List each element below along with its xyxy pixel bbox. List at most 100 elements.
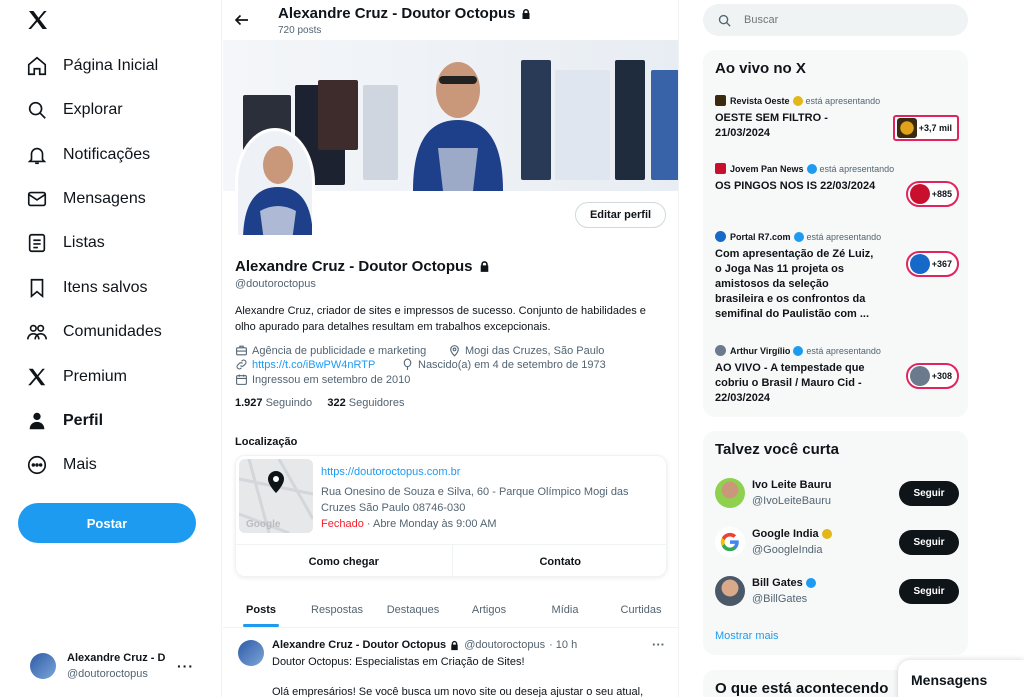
profile-category: Agência de publicidade e marketing	[235, 344, 426, 357]
show-more-link[interactable]: Mostrar mais	[715, 630, 779, 642]
post-author[interactable]: Alexandre Cruz - Doutor Octopus	[272, 639, 446, 651]
live-host-name: Portal R7.com	[730, 231, 791, 242]
live-listener-badge[interactable]: +885	[905, 181, 959, 207]
live-host: Arthur Virgílio está apresentando	[715, 345, 959, 356]
profile-link[interactable]: https://t.co/iBwPW4nRTP	[235, 358, 375, 371]
nav-messages[interactable]: Mensagens	[26, 184, 146, 214]
live-presenting-label: está apresentando	[806, 345, 881, 356]
profile-tabs: Posts Respostas Destaques Artigos Mídia …	[223, 592, 678, 628]
profile-joined: Ingressou em setembro de 2010	[235, 373, 410, 386]
trends-panel-title: O que está acontecendo	[715, 680, 889, 697]
nav-bookmarks[interactable]: Itens salvos	[26, 273, 147, 303]
follow-button[interactable]: Seguir	[899, 578, 959, 604]
suggestion-name[interactable]: Ivo Leite Bauru	[752, 477, 899, 493]
nav-explore[interactable]: Explorar	[26, 95, 123, 125]
suggestion-avatar[interactable]	[715, 527, 745, 557]
suggestion-item[interactable]: Bill Gates @BillGates Seguir	[715, 573, 959, 609]
tab-media[interactable]: Mídia	[527, 592, 603, 627]
live-listener-count: +308	[931, 371, 952, 381]
lock-icon	[449, 640, 460, 651]
mail-icon	[26, 188, 48, 210]
who-to-follow-panel: Talvez você curta Ivo Leite Bauru @IvoLe…	[703, 431, 968, 655]
live-title: AO VIVO - A tempestade que cobriu o Bras…	[715, 362, 865, 404]
live-host-name: Arthur Virgílio	[730, 345, 791, 356]
nav-notifications[interactable]: Notificações	[26, 140, 150, 170]
followers-link[interactable]: 322 Seguidores	[327, 397, 404, 409]
nav-premium-label: Premium	[63, 368, 128, 385]
lock-icon	[520, 8, 532, 20]
communities-icon	[26, 321, 48, 343]
post-item[interactable]: Alexandre Cruz - Doutor Octopus @doutoro…	[223, 630, 678, 697]
contact-button[interactable]: Contato	[453, 545, 667, 576]
followers-count: 322	[327, 397, 346, 409]
live-item[interactable]: Arthur Virgílio está apresentando AO VIV…	[715, 345, 959, 405]
suggestion-avatar[interactable]	[715, 576, 745, 606]
suggestion-item[interactable]: Google India @GoogleIndia Seguir	[715, 524, 959, 560]
follow-button[interactable]: Seguir	[899, 529, 959, 555]
profile-joined-text: Ingressou em setembro de 2010	[252, 373, 411, 386]
profile-link-text[interactable]: https://t.co/iBwPW4nRTP	[252, 359, 375, 371]
live-listener-badge[interactable]: +308	[905, 363, 959, 389]
nav-home-label: Página Inicial	[63, 57, 159, 74]
profile-name-text: Alexandre Cruz - Doutor Octopus	[235, 258, 473, 275]
following-count: 1.927	[235, 397, 263, 409]
post-button[interactable]: Postar	[18, 503, 196, 543]
account-more-icon[interactable]: ···	[177, 658, 194, 674]
live-item[interactable]: Portal R7.com está apresentando Com apre…	[715, 231, 959, 331]
nav-more-label: Mais	[63, 456, 97, 473]
profile-handle: @doutoroctopus	[235, 278, 316, 290]
tab-likes[interactable]: Curtidas	[603, 592, 678, 627]
live-listener-badge[interactable]: +367	[905, 251, 959, 277]
search-box[interactable]	[703, 4, 968, 36]
verified-badge-icon	[805, 578, 816, 588]
profile-name: Alexandre Cruz - Doutor Octopus	[235, 258, 491, 275]
search-input[interactable]	[744, 14, 944, 26]
nav-lists-label: Listas	[63, 234, 105, 251]
tab-articles[interactable]: Artigos	[451, 592, 527, 627]
who-to-follow-title: Talvez você curta	[715, 441, 839, 458]
following-link[interactable]: 1.927 Seguindo	[235, 397, 312, 409]
list-icon	[26, 232, 48, 254]
suggestion-avatar[interactable]	[715, 478, 745, 508]
x-logo-icon[interactable]	[26, 8, 52, 34]
calendar-icon	[235, 373, 248, 386]
tab-replies[interactable]: Respostas	[299, 592, 375, 627]
suggestion-name-row[interactable]: Google India	[752, 526, 899, 542]
post-avatar[interactable]	[238, 640, 264, 666]
profile-birth-text: Nascido(a) em 4 de setembro de 1973	[418, 358, 606, 371]
lock-icon	[478, 260, 491, 273]
nav-more[interactable]: Mais	[26, 450, 97, 480]
header-post-count: 720 posts	[278, 25, 322, 36]
nav-communities[interactable]: Comunidades	[26, 317, 162, 347]
nav-premium[interactable]: Premium	[26, 362, 127, 392]
briefcase-icon	[235, 344, 248, 357]
live-listener-badge[interactable]: +3,7 mil	[892, 115, 959, 141]
location-closed-status: Fechado	[321, 518, 364, 530]
account-switcher[interactable]: Alexandre Cruz - D @doutoroctopus ···	[30, 648, 210, 684]
location-url[interactable]: https://doutoroctopus.com.br	[321, 466, 460, 478]
back-arrow-icon[interactable]	[233, 11, 251, 29]
live-item[interactable]: Jovem Pan News está apresentando OS PING…	[715, 163, 959, 213]
edit-profile-button[interactable]: Editar perfil	[575, 202, 666, 228]
live-presenting-label: está apresentando	[805, 95, 881, 106]
tab-highlights[interactable]: Destaques	[375, 592, 451, 627]
live-panel-title: Ao vivo no X	[715, 60, 806, 77]
live-title: OESTE SEM FILTRO - 21/03/2024	[715, 112, 828, 139]
profile-category-text: Agência de publicidade e marketing	[252, 344, 427, 357]
directions-button[interactable]: Como chegar	[236, 545, 453, 576]
suggestion-name-row[interactable]: Bill Gates	[752, 575, 899, 591]
profile-avatar[interactable]	[235, 128, 315, 238]
post-more-icon[interactable]: ···	[652, 637, 665, 652]
live-item[interactable]: Revista Oeste está apresentando OESTE SE…	[715, 95, 959, 145]
nav-home[interactable]: Página Inicial	[26, 51, 158, 81]
follow-button[interactable]: Seguir	[899, 480, 959, 506]
nav-profile[interactable]: Perfil	[26, 406, 103, 436]
messages-drawer[interactable]: Mensagens	[898, 660, 1024, 697]
more-icon	[26, 454, 48, 476]
account-name: Alexandre Cruz - D	[67, 652, 166, 664]
verified-badge-icon	[806, 163, 817, 174]
tab-posts[interactable]: Posts	[223, 592, 299, 627]
map-thumbnail[interactable]: Google	[239, 459, 313, 533]
suggestion-item[interactable]: Ivo Leite Bauru @IvoLeiteBauru Seguir	[715, 475, 959, 511]
nav-lists[interactable]: Listas	[26, 228, 105, 258]
